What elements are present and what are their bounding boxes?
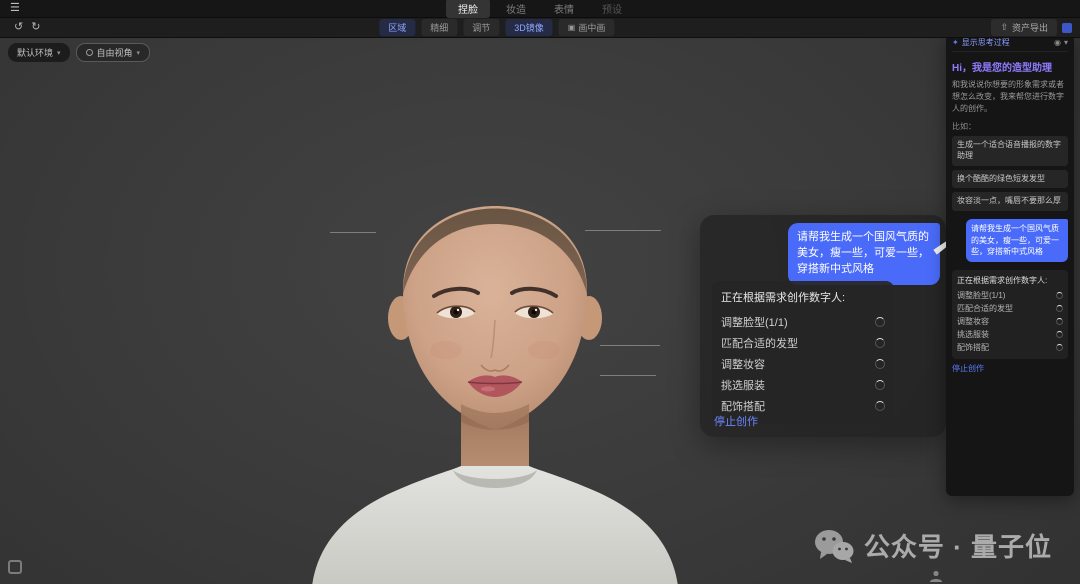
pip-icon: ▣ [568,23,576,32]
task-row: 匹配合适的发型 [957,302,1063,315]
tab-expression[interactable]: 表情 [542,0,586,18]
task-row: 配饰搭配 [957,341,1063,354]
task-row: 挑选服装 [721,374,885,395]
export-label: 资产导出 [1012,21,1048,34]
thinking-process-toggle[interactable]: 显示思考过程 [962,37,1051,48]
progress-title: 正在根据需求创作数字人: [957,275,1063,286]
chevron-down-icon: ▾ [57,49,61,57]
loading-spinner-icon [1056,331,1063,338]
panel-toggle-icon[interactable] [1062,23,1072,33]
suggestion-chip[interactable]: 换个酷酷的绿色短发发型 [952,170,1068,189]
tool-region-button[interactable]: 区域 [379,19,415,36]
app-window: ☰ 捏脸 妆造 表情 预设 ↺ ↻ 区域 精细 调节 3D镜像 ▣画中画 ⇧ 资产… [0,0,1080,584]
stop-creation-button[interactable]: 停止创作 [952,363,1068,374]
tool-fine-button[interactable]: 精细 [421,19,457,36]
task-label: 调整妆容 [721,356,765,372]
collapse-icon[interactable]: ▾ [1064,39,1068,47]
redo-icon[interactable]: ↻ [31,22,40,33]
3d-viewport[interactable]: 默认环境 ▾ 自由视角 ▾ [0,38,1080,584]
user-message-bubble: 请帮我生成一个国风气质的美女，瘦一些，可爱一些，穿搭新中式风格 [966,219,1068,262]
tool-pip-button[interactable]: ▣画中画 [559,19,615,36]
task-label: 匹配合适的发型 [957,303,1013,314]
loading-spinner-icon [875,359,885,369]
viewport-selectors: 默认环境 ▾ 自由视角 ▾ [8,43,150,62]
wechat-icon [814,529,854,563]
loading-spinner-icon [875,401,885,411]
toolbar-right-group: ⇧ 资产导出 [991,19,1072,36]
camera-icon [86,49,93,56]
chat-magnifier-overlay: 请帮我生成一个国风气质的美女，瘦一些，可爱一些，穿搭新中式风格 正在根据需求创作… [700,215,946,437]
tool-pip-label: 画中画 [578,21,605,34]
task-row: 调整妆容 [721,353,885,374]
camera-view-selector[interactable]: 自由视角 ▾ [76,43,151,62]
guide-line [330,232,376,233]
loading-spinner-icon [1056,305,1063,312]
task-row: 调整脸型(1/1) [957,289,1063,302]
task-row: 调整脸型(1/1) [721,311,885,332]
task-label: 挑选服装 [957,329,989,340]
tool-3d-mirror-button[interactable]: 3D镜像 [505,19,553,36]
loading-spinner-icon [875,317,885,327]
digital-human-model [310,122,680,584]
loading-spinner-icon [875,380,885,390]
ai-assistant-panel: ✦ 显示思考过程 ◉ ▾ Hi，我是您的造型助理 和我说说你想要的形象需求或者想… [946,34,1074,496]
creation-progress-panel: 正在根据需求创作数字人: 调整脸型(1/1) 匹配合适的发型 调整妆容 挑选服装… [712,281,894,424]
guide-line [585,230,661,231]
loading-spinner-icon [1056,344,1063,351]
undo-icon[interactable]: ↺ [14,22,23,33]
examples-label: 比如： [952,121,1068,132]
tab-presets[interactable]: 预设 [590,0,634,18]
top-bar: ☰ 捏脸 妆造 表情 预设 [0,0,1080,18]
assistant-greeting: Hi，我是您的造型助理 [952,59,1068,74]
guide-line [600,345,660,346]
task-row: 匹配合适的发型 [721,332,885,353]
chevron-down-icon: ▾ [137,49,141,57]
export-icon: ⇧ [1000,22,1008,33]
progress-title: 正在根据需求创作数字人: [721,289,885,305]
history-controls: ↺ ↻ [14,22,40,33]
menu-icon[interactable]: ☰ [10,3,20,14]
user-message-bubble: 请帮我生成一个国风气质的美女，瘦一些，可爱一些，穿搭新中式风格 [788,223,940,285]
creation-progress-panel: 正在根据需求创作数字人: 调整脸型(1/1) 匹配合适的发型 调整妆容 挑选服装… [952,270,1068,359]
environment-selector[interactable]: 默认环境 ▾ [8,43,70,62]
avatar-toggle-icon[interactable] [928,570,944,582]
task-label: 挑选服装 [721,377,765,393]
task-label: 配饰搭配 [957,342,989,353]
tab-face-sculpt[interactable]: 捏脸 [446,0,490,18]
task-label: 调整脸型(1/1) [957,290,1005,301]
suggestion-chip[interactable]: 妆容淡一点，嘴唇不要那么厚 [952,192,1068,211]
loading-spinner-icon [875,338,885,348]
tool-adjust-button[interactable]: 调节 [463,19,499,36]
task-label: 调整脸型(1/1) [721,314,788,330]
mode-tabs: 捏脸 妆造 表情 预设 [446,0,634,18]
asset-export-button[interactable]: ⇧ 资产导出 [991,19,1057,36]
task-label: 匹配合适的发型 [721,335,798,351]
eye-icon[interactable]: ◉ [1054,39,1061,47]
tab-makeup[interactable]: 妆造 [494,0,538,18]
camera-view-label: 自由视角 [97,46,133,59]
suggestion-chip[interactable]: 生成一个适合语音播报的数字助理 [952,136,1068,166]
task-row: 调整妆容 [957,315,1063,328]
stop-creation-button[interactable]: 停止创作 [714,413,758,429]
guide-line [600,375,656,376]
task-label: 配饰搭配 [721,398,765,414]
sparkle-icon: ✦ [952,38,959,47]
environment-label: 默认环境 [17,46,53,59]
watermark: 公众号 · 量子位 [814,527,1052,564]
fullscreen-icon[interactable] [8,560,22,574]
task-row: 挑选服装 [957,328,1063,341]
watermark-text: 公众号 · 量子位 [864,527,1052,564]
edit-toolbar: ↺ ↻ 区域 精细 调节 3D镜像 ▣画中画 ⇧ 资产导出 [0,18,1080,38]
assistant-intro: 和我说说你想要的形象需求或者想怎么改变，我来帮您进行数字人的创作。 [952,79,1068,115]
loading-spinner-icon [1056,292,1063,299]
task-label: 调整妆容 [957,316,989,327]
loading-spinner-icon [1056,318,1063,325]
sculpt-tools: 区域 精细 调节 3D镜像 ▣画中画 [379,19,614,36]
